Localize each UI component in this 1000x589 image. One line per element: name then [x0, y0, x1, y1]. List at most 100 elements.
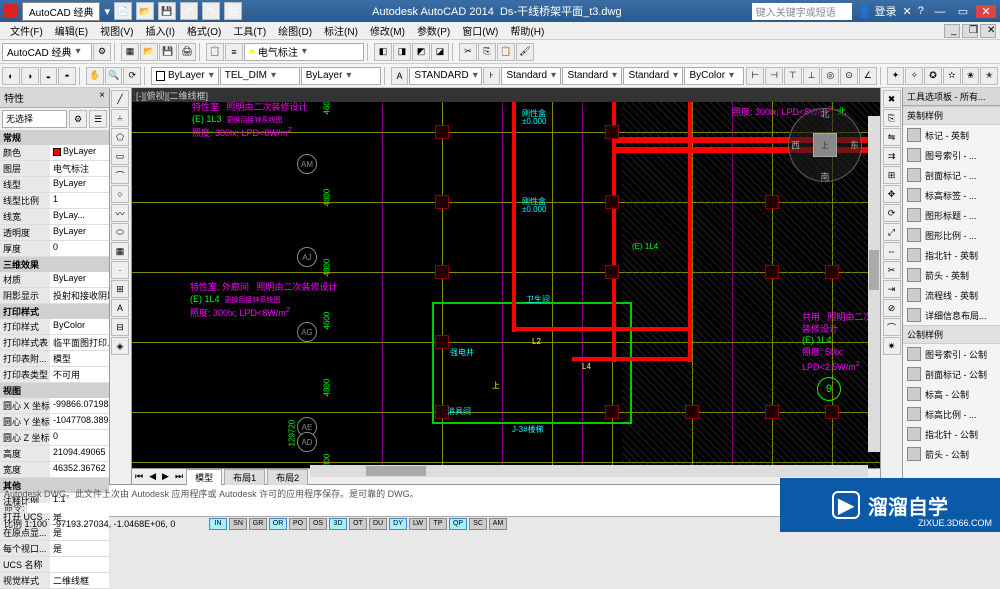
menu-help[interactable]: 帮助(H): [504, 23, 550, 38]
props-row[interactable]: 阴影显示投射和接收阴影: [0, 288, 109, 304]
status-toggle-ort[interactable]: OR: [269, 518, 287, 530]
tb-match-icon[interactable]: 🖌: [516, 43, 534, 61]
tab-layout2[interactable]: 布局2: [267, 469, 308, 485]
modify-rotate-icon[interactable]: ⟳: [883, 204, 901, 222]
workspace-selector[interactable]: AutoCAD 经典: [2, 43, 92, 61]
modify-copy-icon[interactable]: ⎘: [883, 109, 901, 127]
doc-restore-button[interactable]: ❐: [962, 24, 978, 38]
properties-close-icon[interactable]: ×: [99, 90, 105, 105]
props-row[interactable]: 视觉样式二维线框: [0, 573, 109, 589]
tb2-m6-icon[interactable]: ✭: [980, 67, 998, 85]
status-toggle-am[interactable]: AM: [489, 518, 507, 530]
tb2-a-icon[interactable]: ◐: [2, 67, 20, 85]
help-icon[interactable]: ?: [918, 5, 924, 17]
palette-item[interactable]: 指北针 - 英制: [903, 245, 1000, 265]
status-toggle-tpy[interactable]: TP: [429, 518, 447, 530]
mleaderstyle-dropdown[interactable]: Standard: [623, 67, 683, 85]
palette-item[interactable]: 剖面标记 - ...: [903, 165, 1000, 185]
tb2-orbit-icon[interactable]: ⟳: [123, 67, 141, 85]
status-toggle-gri[interactable]: GR: [249, 518, 267, 530]
tb-save-icon[interactable]: 💾: [159, 43, 177, 61]
status-toggle-osn[interactable]: OS: [309, 518, 327, 530]
tb-copy-icon[interactable]: ⎘: [478, 43, 496, 61]
props-row[interactable]: 材质ByLayer: [0, 272, 109, 288]
layer-dropdown[interactable]: ● 电气标注: [244, 43, 364, 61]
tb2-zoom-icon[interactable]: 🔍: [105, 67, 123, 85]
modify-scale-icon[interactable]: ⤢: [883, 223, 901, 241]
model-canvas[interactable]: AM AJ AG AE AD 4600 4800 4800 4600 4800 …: [132, 102, 880, 468]
help-search-input[interactable]: 键入关键字或短语: [752, 3, 852, 20]
menu-tools[interactable]: 工具(T): [227, 23, 272, 38]
tb-paste-icon[interactable]: 📋: [497, 43, 515, 61]
props-row[interactable]: 线型ByLayer: [0, 177, 109, 193]
palette-item[interactable]: 标高 - 公制: [903, 384, 1000, 404]
tb2-dim6-icon[interactable]: ⊙: [840, 67, 858, 85]
palette-item[interactable]: 图形比例 - ...: [903, 225, 1000, 245]
draw-region-icon[interactable]: ◈: [111, 337, 129, 355]
draw-rect-icon[interactable]: ▭: [111, 147, 129, 165]
tb-layer-states-icon[interactable]: 📋: [206, 43, 224, 61]
pickadd-icon[interactable]: ☰: [89, 110, 107, 128]
draw-line-icon[interactable]: ╱: [111, 90, 129, 108]
tb2-dim-icon[interactable]: ⊦: [483, 67, 501, 85]
draw-polygon-icon[interactable]: ⬠: [111, 128, 129, 146]
props-row[interactable]: 线型比例1: [0, 193, 109, 209]
status-scale[interactable]: 比例 1:100: [4, 517, 47, 530]
modify-array-icon[interactable]: ⊞: [883, 166, 901, 184]
tb2-dim1-icon[interactable]: ⊢: [746, 67, 764, 85]
menu-modify[interactable]: 修改(M): [364, 23, 411, 38]
tablestyle-dropdown[interactable]: Standard: [562, 67, 622, 85]
linetype-dropdown[interactable]: TEL_DIM: [220, 67, 300, 85]
props-row[interactable]: 打印表附...模型: [0, 351, 109, 367]
tb-gear-icon[interactable]: ⚙: [93, 43, 111, 61]
window-min-button[interactable]: —: [930, 6, 950, 18]
props-row[interactable]: 厚度0: [0, 241, 109, 257]
tb2-m5-icon[interactable]: ✬: [962, 67, 980, 85]
props-section-header[interactable]: 三维效果: [0, 257, 109, 272]
tb-i1-icon[interactable]: ◧: [374, 43, 392, 61]
draw-text-icon[interactable]: A: [111, 299, 129, 317]
props-row[interactable]: 宽度46352.36762: [0, 462, 109, 478]
tb2-dim4-icon[interactable]: ⊥: [803, 67, 821, 85]
status-toggle-lwt[interactable]: LW: [409, 518, 427, 530]
draw-table-icon[interactable]: ⊟: [111, 318, 129, 336]
tb2-m2-icon[interactable]: ✧: [905, 67, 923, 85]
draw-arc-icon[interactable]: ⌒: [111, 166, 129, 184]
tb2-m1-icon[interactable]: ✦: [887, 67, 905, 85]
tab-nav-first-icon[interactable]: ⏮: [132, 471, 146, 482]
tb2-dim3-icon[interactable]: ⊤: [784, 67, 802, 85]
tb-cut-icon[interactable]: ✂: [459, 43, 477, 61]
tab-layout1[interactable]: 布局1: [224, 469, 265, 485]
tab-nav-next-icon[interactable]: ▶: [159, 471, 172, 482]
status-toggle-sc[interactable]: SC: [469, 518, 487, 530]
draw-block-icon[interactable]: ⊞: [111, 280, 129, 298]
tb2-dim2-icon[interactable]: ⊣: [765, 67, 783, 85]
view-cube[interactable]: 上 北 南 东 西: [788, 108, 862, 182]
menu-format[interactable]: 格式(O): [181, 23, 227, 38]
doc-min-button[interactable]: _: [944, 24, 960, 38]
menu-file[interactable]: 文件(F): [4, 23, 49, 38]
color-dropdown[interactable]: ByLayer: [151, 67, 219, 85]
modify-extend-icon[interactable]: ⇥: [883, 280, 901, 298]
palette-item[interactable]: 图号索引 - ...: [903, 145, 1000, 165]
props-row[interactable]: 每个视口...是: [0, 541, 109, 557]
props-section-header[interactable]: 打印样式: [0, 304, 109, 319]
tb2-d-icon[interactable]: ◓: [58, 67, 76, 85]
palette-item[interactable]: 详细信息布局...: [903, 305, 1000, 325]
view-cube-top[interactable]: 上: [813, 133, 837, 157]
menu-param[interactable]: 参数(P): [411, 23, 456, 38]
palette-item[interactable]: 标高标签 - ...: [903, 185, 1000, 205]
canvas-hscrollbar[interactable]: [310, 465, 868, 477]
modify-stretch-icon[interactable]: ⇔: [883, 242, 901, 260]
modify-explode-icon[interactable]: ✷: [883, 337, 901, 355]
textstyle-dropdown[interactable]: STANDARD: [409, 67, 481, 85]
qat-new-icon[interactable]: 📄: [114, 2, 132, 20]
modify-move-icon[interactable]: ✥: [883, 185, 901, 203]
viewport-label[interactable]: [-][俯视][二维线框]: [132, 88, 880, 102]
modify-fillet-icon[interactable]: ⌒: [883, 318, 901, 336]
menu-view[interactable]: 视图(V): [94, 23, 139, 38]
qat-undo-icon[interactable]: ↶: [180, 2, 198, 20]
tb2-m3-icon[interactable]: ✪: [924, 67, 942, 85]
props-row[interactable]: 图层电气标注: [0, 161, 109, 177]
dimstyle-dropdown[interactable]: Standard: [501, 67, 561, 85]
